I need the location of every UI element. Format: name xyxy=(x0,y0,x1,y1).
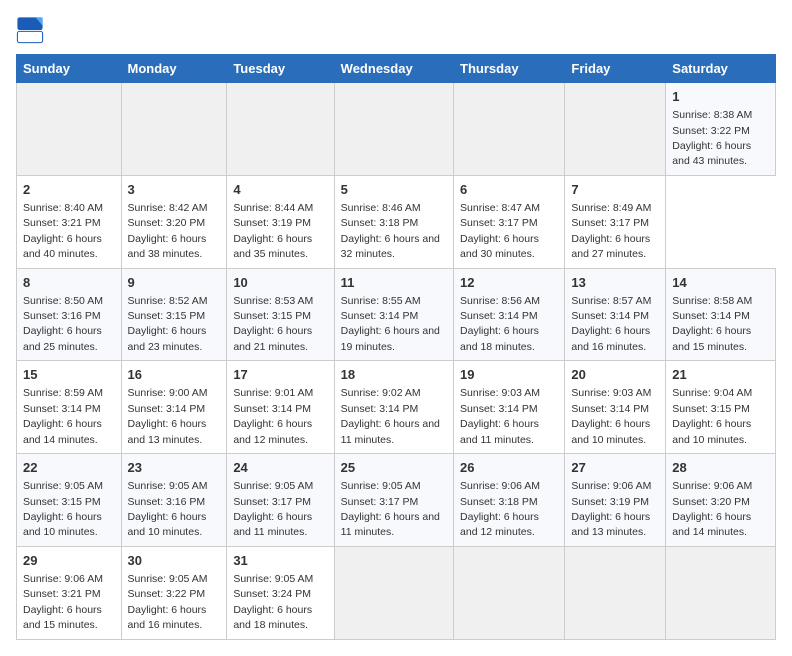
day-cell-22: 22Sunrise: 9:05 AMSunset: 3:15 PMDayligh… xyxy=(17,454,122,547)
day-cell-31: 31Sunrise: 9:05 AMSunset: 3:24 PMDayligh… xyxy=(227,546,334,639)
empty-cell-w0-3 xyxy=(334,83,453,176)
day-cell-23: 23Sunrise: 9:05 AMSunset: 3:16 PMDayligh… xyxy=(121,454,227,547)
day-cell-1: 1Sunrise: 8:38 AMSunset: 3:22 PMDaylight… xyxy=(666,83,776,176)
week-row-4: 15Sunrise: 8:59 AMSunset: 3:14 PMDayligh… xyxy=(17,361,776,454)
day-cell-2: 2Sunrise: 8:40 AMSunset: 3:21 PMDaylight… xyxy=(17,175,122,268)
day-cell-21: 21Sunrise: 9:04 AMSunset: 3:15 PMDayligh… xyxy=(666,361,776,454)
week-row-1: 1Sunrise: 8:38 AMSunset: 3:22 PMDaylight… xyxy=(17,83,776,176)
empty-cell-w0-0 xyxy=(17,83,122,176)
day-cell-24: 24Sunrise: 9:05 AMSunset: 3:17 PMDayligh… xyxy=(227,454,334,547)
empty-cell-w5-4 xyxy=(454,546,565,639)
day-cell-3: 3Sunrise: 8:42 AMSunset: 3:20 PMDaylight… xyxy=(121,175,227,268)
week-row-2: 2Sunrise: 8:40 AMSunset: 3:21 PMDaylight… xyxy=(17,175,776,268)
day-cell-15: 15Sunrise: 8:59 AMSunset: 3:14 PMDayligh… xyxy=(17,361,122,454)
empty-cell-w0-1 xyxy=(121,83,227,176)
empty-cell-w5-5 xyxy=(565,546,666,639)
logo xyxy=(16,16,48,44)
header-wednesday: Wednesday xyxy=(334,55,453,83)
day-cell-29: 29Sunrise: 9:06 AMSunset: 3:21 PMDayligh… xyxy=(17,546,122,639)
day-cell-7: 7Sunrise: 8:49 AMSunset: 3:17 PMDaylight… xyxy=(565,175,666,268)
day-cell-26: 26Sunrise: 9:06 AMSunset: 3:18 PMDayligh… xyxy=(454,454,565,547)
header-monday: Monday xyxy=(121,55,227,83)
logo-icon xyxy=(16,16,44,44)
day-cell-28: 28Sunrise: 9:06 AMSunset: 3:20 PMDayligh… xyxy=(666,454,776,547)
day-cell-20: 20Sunrise: 9:03 AMSunset: 3:14 PMDayligh… xyxy=(565,361,666,454)
empty-cell-w5-3 xyxy=(334,546,453,639)
header-thursday: Thursday xyxy=(454,55,565,83)
day-cell-10: 10Sunrise: 8:53 AMSunset: 3:15 PMDayligh… xyxy=(227,268,334,361)
calendar-body: 1Sunrise: 8:38 AMSunset: 3:22 PMDaylight… xyxy=(17,83,776,640)
day-cell-19: 19Sunrise: 9:03 AMSunset: 3:14 PMDayligh… xyxy=(454,361,565,454)
day-cell-8: 8Sunrise: 8:50 AMSunset: 3:16 PMDaylight… xyxy=(17,268,122,361)
day-cell-27: 27Sunrise: 9:06 AMSunset: 3:19 PMDayligh… xyxy=(565,454,666,547)
page-header xyxy=(16,16,776,44)
week-row-3: 8Sunrise: 8:50 AMSunset: 3:16 PMDaylight… xyxy=(17,268,776,361)
day-cell-18: 18Sunrise: 9:02 AMSunset: 3:14 PMDayligh… xyxy=(334,361,453,454)
empty-cell-w5-6 xyxy=(666,546,776,639)
empty-cell-w0-4 xyxy=(454,83,565,176)
day-cell-11: 11Sunrise: 8:55 AMSunset: 3:14 PMDayligh… xyxy=(334,268,453,361)
day-cell-13: 13Sunrise: 8:57 AMSunset: 3:14 PMDayligh… xyxy=(565,268,666,361)
header-tuesday: Tuesday xyxy=(227,55,334,83)
empty-cell-w0-5 xyxy=(565,83,666,176)
day-cell-6: 6Sunrise: 8:47 AMSunset: 3:17 PMDaylight… xyxy=(454,175,565,268)
week-row-5: 22Sunrise: 9:05 AMSunset: 3:15 PMDayligh… xyxy=(17,454,776,547)
header-row: SundayMondayTuesdayWednesdayThursdayFrid… xyxy=(17,55,776,83)
header-friday: Friday xyxy=(565,55,666,83)
day-cell-16: 16Sunrise: 9:00 AMSunset: 3:14 PMDayligh… xyxy=(121,361,227,454)
day-cell-25: 25Sunrise: 9:05 AMSunset: 3:17 PMDayligh… xyxy=(334,454,453,547)
day-cell-14: 14Sunrise: 8:58 AMSunset: 3:14 PMDayligh… xyxy=(666,268,776,361)
calendar-header: SundayMondayTuesdayWednesdayThursdayFrid… xyxy=(17,55,776,83)
day-cell-4: 4Sunrise: 8:44 AMSunset: 3:19 PMDaylight… xyxy=(227,175,334,268)
calendar-table: SundayMondayTuesdayWednesdayThursdayFrid… xyxy=(16,54,776,640)
day-cell-12: 12Sunrise: 8:56 AMSunset: 3:14 PMDayligh… xyxy=(454,268,565,361)
empty-cell-w0-2 xyxy=(227,83,334,176)
header-saturday: Saturday xyxy=(666,55,776,83)
week-row-6: 29Sunrise: 9:06 AMSunset: 3:21 PMDayligh… xyxy=(17,546,776,639)
day-cell-5: 5Sunrise: 8:46 AMSunset: 3:18 PMDaylight… xyxy=(334,175,453,268)
day-cell-17: 17Sunrise: 9:01 AMSunset: 3:14 PMDayligh… xyxy=(227,361,334,454)
day-cell-9: 9Sunrise: 8:52 AMSunset: 3:15 PMDaylight… xyxy=(121,268,227,361)
day-cell-30: 30Sunrise: 9:05 AMSunset: 3:22 PMDayligh… xyxy=(121,546,227,639)
header-sunday: Sunday xyxy=(17,55,122,83)
